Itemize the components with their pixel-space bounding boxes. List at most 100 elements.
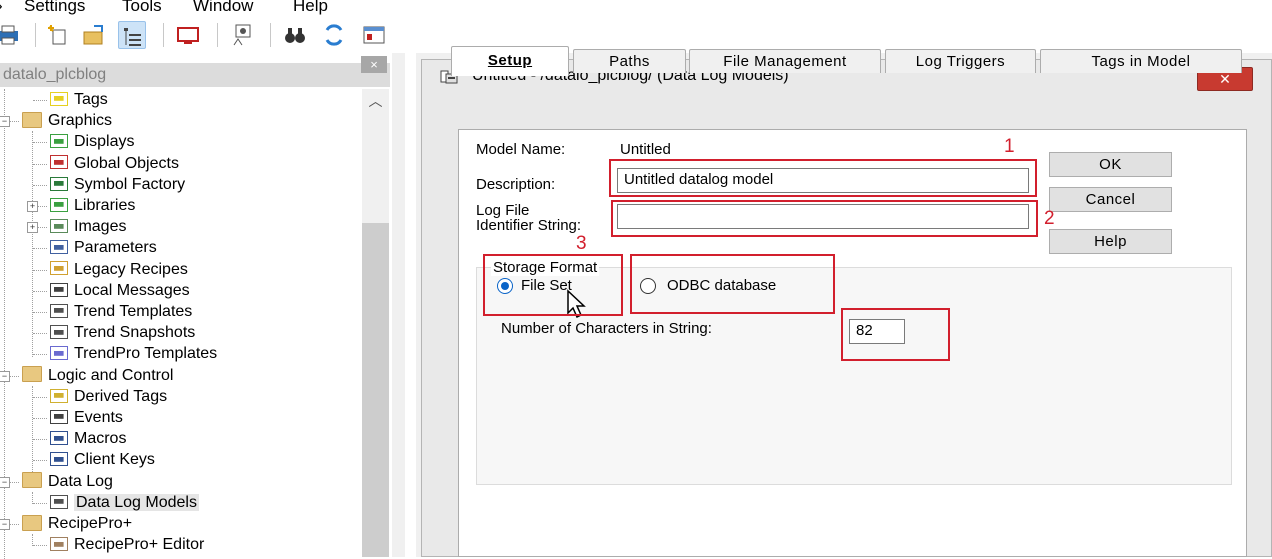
folder-icon (22, 111, 42, 128)
menu-settings[interactable]: Settings (24, 0, 85, 16)
tree-item-events[interactable]: Events (50, 407, 123, 428)
tree-item-data-log-models[interactable]: Data Log Models (50, 492, 199, 513)
tree-item-tags[interactable]: Tags (50, 89, 108, 110)
tree-item-label: Parameters (74, 239, 157, 257)
new-item-icon[interactable] (44, 21, 72, 49)
tree-view-icon[interactable] (118, 21, 146, 49)
tree-item-label: TrendPro Templates (74, 345, 218, 363)
tab-tags-in-model[interactable]: Tags in Model (1040, 49, 1242, 73)
tree-item-label: Legacy Recipes (74, 260, 188, 278)
collapse-icon[interactable]: − (0, 519, 10, 530)
tab-log-triggers[interactable]: Log Triggers (885, 49, 1036, 73)
tab-file-management[interactable]: File Management (689, 49, 881, 73)
image-icon (50, 218, 68, 233)
menu-bar: › Settings Tools Window Help (0, 0, 1272, 17)
tree-item-global-objects[interactable]: Global Objects (50, 153, 179, 174)
display-monitor-icon[interactable] (174, 21, 202, 49)
tab-setup[interactable]: Setup (451, 46, 569, 76)
global-objects-icon (50, 155, 68, 170)
cancel-button[interactable]: Cancel (1049, 187, 1172, 212)
help-button[interactable]: Help (1049, 229, 1172, 254)
tree-item-symbol-factory[interactable]: Symbol Factory (50, 174, 185, 195)
explorer-close-button[interactable]: × (361, 56, 387, 73)
toolbar (0, 17, 410, 53)
tree-item-trend-snapshots[interactable]: Trend Snapshots (50, 322, 195, 343)
collapse-icon[interactable]: − (0, 476, 10, 488)
clock-icon (50, 409, 68, 424)
tree-item-label: Tags (74, 91, 108, 108)
tree-item-label: Derived Tags (74, 387, 168, 405)
print-icon[interactable] (0, 21, 22, 49)
folder-icon (22, 514, 42, 531)
annotation-label-3: 3 (576, 233, 587, 254)
expand-icon[interactable]: + (27, 201, 38, 212)
description-label: Description: (476, 176, 556, 193)
tree-item-trendpro-templates[interactable]: TrendPro Templates (50, 343, 217, 364)
tree-item-logic-and-control[interactable]: Logic and Control (22, 365, 173, 386)
tree-item-derived-tags[interactable]: Derived Tags (50, 386, 167, 407)
derived-tags-icon (50, 388, 68, 403)
scroll-up-icon[interactable]: ︿ (362, 89, 389, 113)
tree-item-label: Data Log (48, 472, 113, 490)
network-icon[interactable] (228, 21, 256, 49)
tree-item-graphics[interactable]: Graphics (22, 110, 112, 131)
annotation-box-1 (609, 159, 1037, 197)
collapse-icon[interactable]: − (0, 116, 10, 128)
model-name-label: Model Name: (476, 141, 566, 158)
tree-item-displays[interactable]: Displays (50, 131, 134, 152)
display-icon (50, 134, 68, 149)
num-chars-label: Number of Characters in String: (501, 320, 712, 337)
expand-icon[interactable]: + (27, 222, 38, 234)
open-folder-icon[interactable] (80, 21, 108, 49)
tree-item-label: Global Objects (74, 154, 179, 172)
tree-item-label: RecipePro+ Editor (74, 536, 205, 554)
parameters-icon (50, 240, 68, 255)
trendpro-icon (50, 346, 68, 361)
tag-icon (50, 91, 68, 106)
window-icon[interactable] (360, 21, 388, 49)
tab-paths[interactable]: Paths (573, 49, 686, 73)
collapse-icon[interactable]: − (0, 370, 10, 382)
tree-item-images[interactable]: Images (50, 216, 126, 237)
tree-item-label: RecipePro+ (48, 515, 133, 532)
annotation-box-2 (611, 200, 1038, 237)
tree-item-legacy-recipes[interactable]: Legacy Recipes (50, 259, 188, 280)
menu-item-partial[interactable]: › (0, 0, 3, 16)
menu-tools[interactable]: Tools (122, 0, 162, 16)
tree-item-recipepro-editor[interactable]: RecipePro+ Editor (50, 534, 204, 555)
scrollbar-thumb[interactable] (362, 223, 389, 557)
folder-icon (22, 472, 42, 489)
tree-item-label: Graphics (48, 112, 113, 130)
model-name-value: Untitled (620, 141, 671, 158)
annotation-box-3 (483, 254, 623, 316)
explorer-title: datalo_plcblog (3, 66, 107, 83)
menu-help[interactable]: Help (293, 0, 328, 16)
tree-item-label: Trend Templates (74, 303, 193, 320)
binoculars-icon[interactable] (281, 21, 309, 49)
tree-item-data-log[interactable]: Data Log (22, 471, 113, 492)
tree-item-label: Logic and Control (48, 366, 174, 384)
local-messages-icon (50, 282, 68, 297)
trend-snapshot-icon (50, 324, 68, 339)
log-file-label: Log File Identifier String: (476, 202, 582, 234)
menu-window[interactable]: Window (193, 0, 253, 16)
ok-button[interactable]: OK (1049, 152, 1172, 177)
tree-item-trend-templates[interactable]: Trend Templates (50, 301, 192, 322)
annotation-box-num-chars (841, 308, 950, 361)
tree-item-parameters[interactable]: Parameters (50, 237, 157, 258)
tree-item-local-messages[interactable]: Local Messages (50, 280, 190, 301)
macro-icon (50, 430, 68, 445)
tree-item-label: Data Log Models (74, 493, 199, 511)
trend-icon (50, 303, 68, 318)
annotation-label-2: 2 (1044, 208, 1055, 229)
tree-item-libraries[interactable]: Libraries (50, 195, 135, 216)
splitter[interactable] (392, 53, 405, 557)
libraries-icon (50, 197, 68, 212)
tree-item-label: Trend Snapshots (74, 324, 196, 342)
tree-item-label: Images (74, 218, 127, 236)
tree-item-macros[interactable]: Macros (50, 428, 126, 449)
tree-item-client-keys[interactable]: Client Keys (50, 449, 155, 470)
tree-item-label: Macros (74, 430, 127, 448)
refresh-icon[interactable] (320, 21, 348, 49)
tree-item-recipepro[interactable]: RecipePro+ (22, 513, 132, 534)
